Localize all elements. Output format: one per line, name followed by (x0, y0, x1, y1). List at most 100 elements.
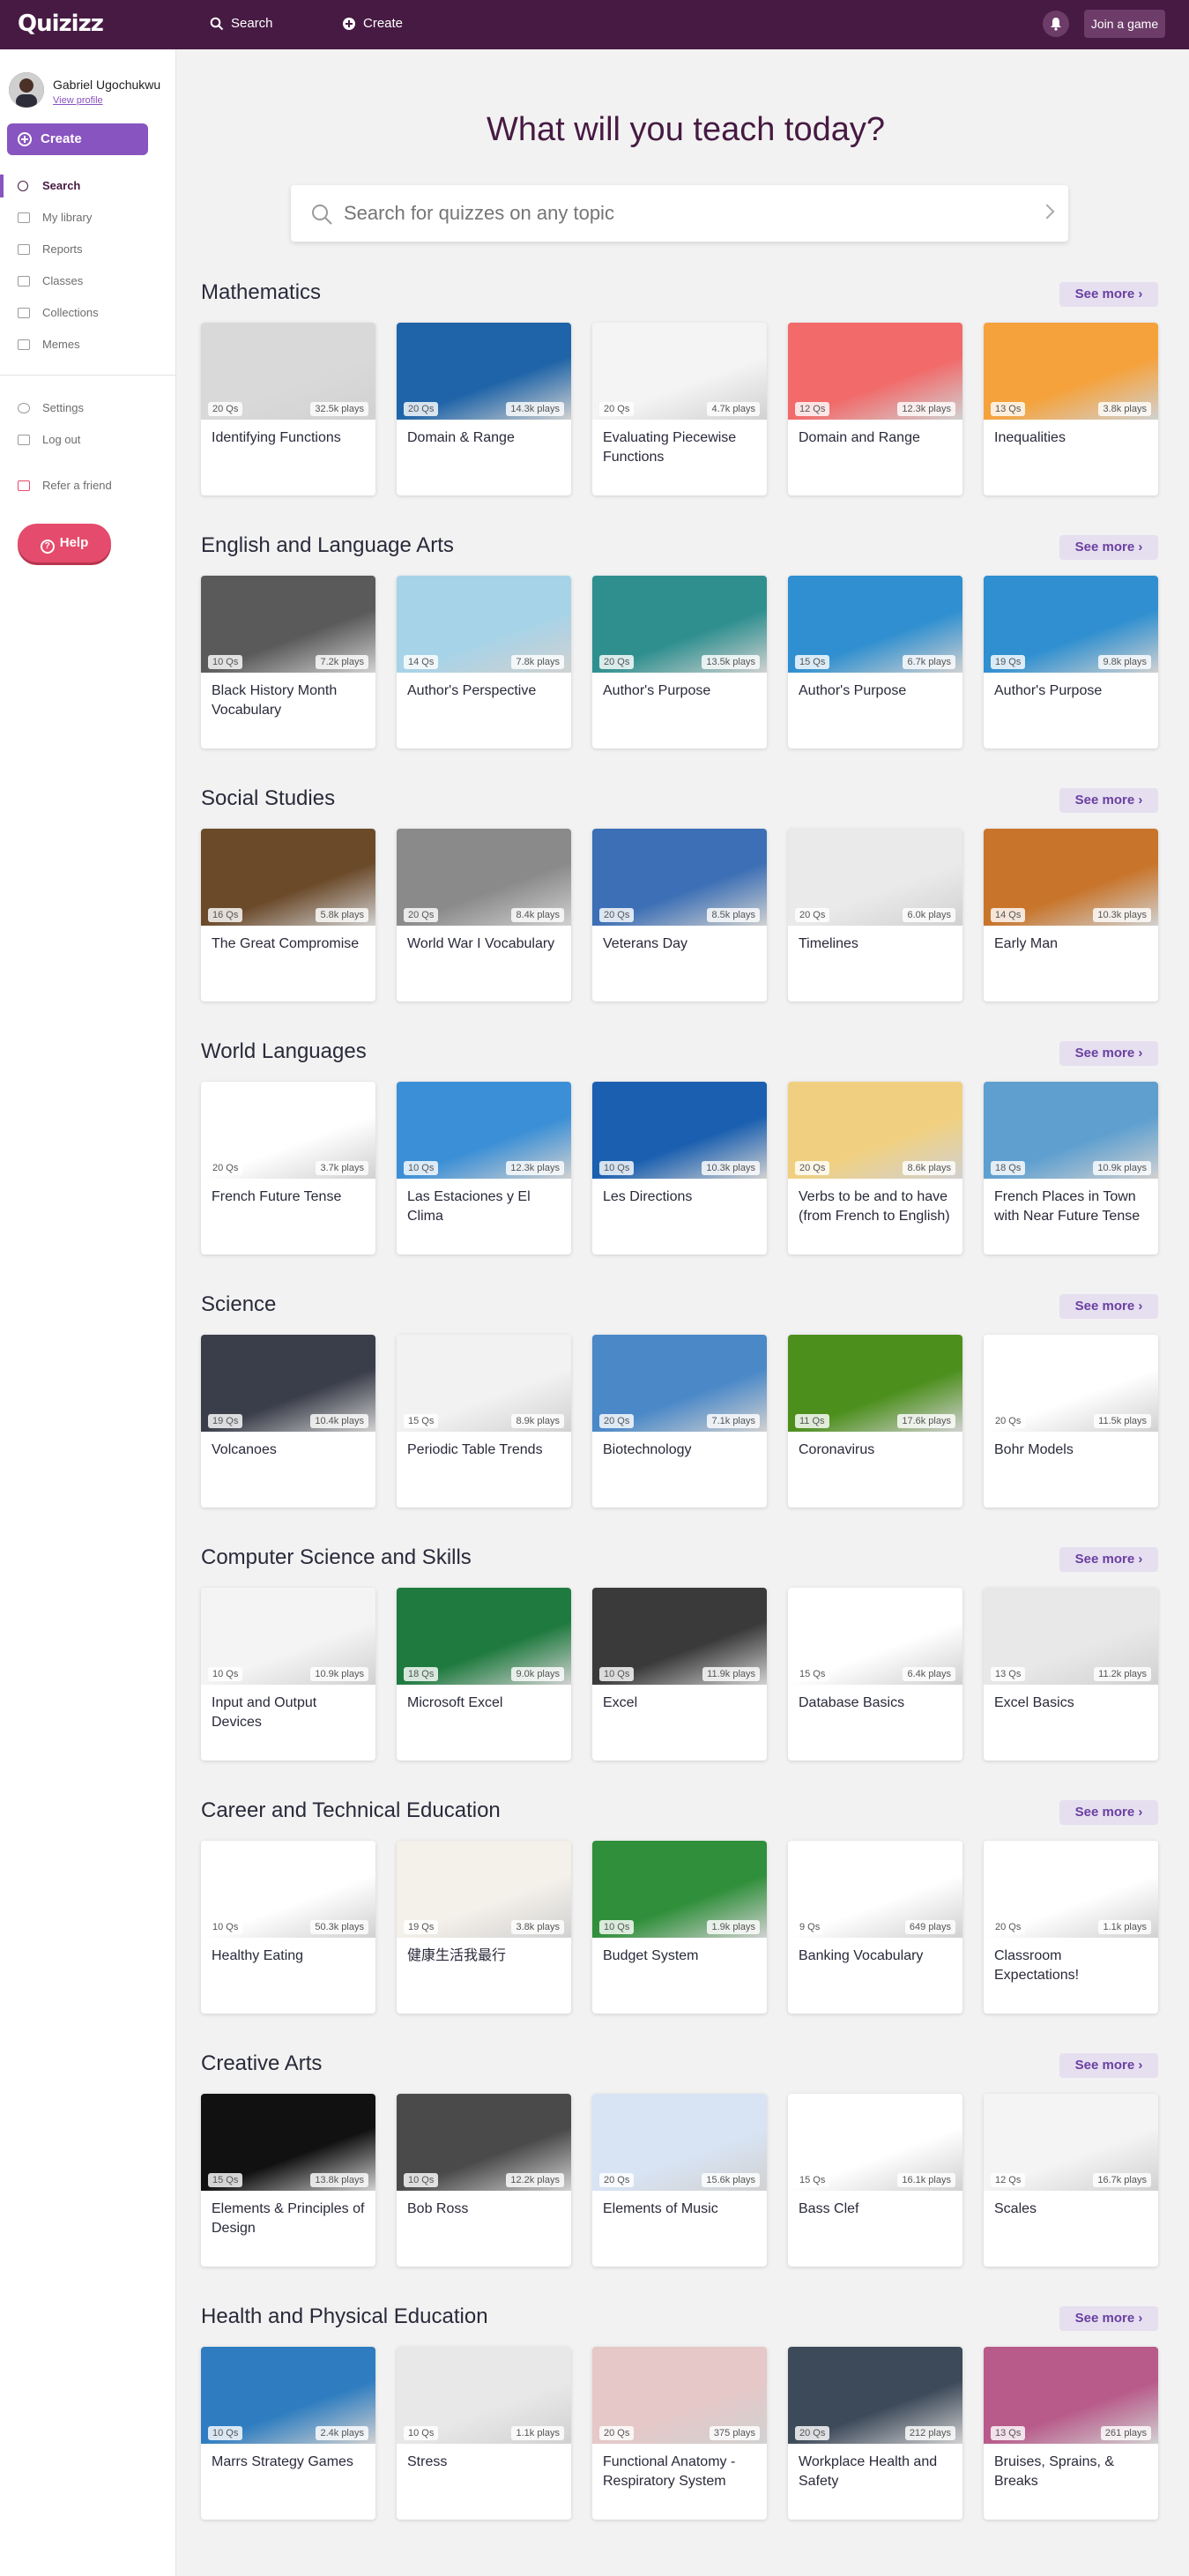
quiz-card[interactable]: 10 Qs 1.9k plays Budget System (592, 1841, 767, 2014)
see-more-button[interactable]: See more › (1059, 1800, 1158, 1825)
quiz-card[interactable]: 15 Qs 6.7k plays Author's Purpose (788, 576, 962, 748)
quiz-search-bar[interactable] (291, 185, 1068, 242)
quiz-card[interactable]: 20 Qs 13.5k plays Author's Purpose (592, 576, 767, 748)
sidebar-item-reports[interactable]: Reports (0, 235, 176, 264)
quiz-card[interactable]: 15 Qs 6.4k plays Database Basics (788, 1588, 962, 1761)
quiz-card[interactable]: 10 Qs 10.9k plays Input and Output Devices (201, 1588, 375, 1761)
quiz-card[interactable]: 12 Qs 16.7k plays Scales (984, 2094, 1158, 2267)
quiz-card[interactable]: 12 Qs 12.3k plays Domain and Range (788, 323, 962, 495)
see-more-button[interactable]: See more › (1059, 2306, 1158, 2331)
play-count-badge: 11.9k plays (702, 1667, 760, 1681)
quiz-card[interactable]: 13 Qs 11.2k plays Excel Basics (984, 1588, 1158, 1761)
question-count-badge: 20 Qs (404, 908, 439, 922)
logout-icon (18, 435, 30, 445)
plus-circle-icon (343, 17, 355, 30)
quiz-card[interactable]: 10 Qs 7.2k plays Black History Month Vocab… (201, 576, 375, 748)
play-count-badge: 4.7k plays (707, 402, 760, 416)
sidebar-item-collections[interactable]: Collections (0, 298, 176, 328)
notification-button[interactable] (1043, 11, 1069, 37)
quiz-card[interactable]: 20 Qs 8.4k plays World War I Vocabulary (397, 829, 571, 1001)
quiz-card[interactable]: 10 Qs 50.3k plays Healthy Eating (201, 1841, 375, 2014)
quiz-card[interactable]: 20 Qs 6.0k plays Timelines (788, 829, 962, 1001)
nav-create[interactable]: Create (342, 16, 403, 31)
see-more-button[interactable]: See more › (1059, 1294, 1158, 1319)
play-count-badge: 15.6k plays (702, 2173, 760, 2187)
play-count-badge: 6.0k plays (903, 908, 955, 922)
question-count-badge: 10 Qs (208, 2426, 243, 2440)
quiz-title: Domain & Range (407, 430, 515, 445)
quiz-card[interactable]: 20 Qs 1.1k plays Classroom Expectations! (984, 1841, 1158, 2014)
quiz-card[interactable]: 20 Qs 7.1k plays Biotechnology (592, 1335, 767, 1508)
quiz-card[interactable]: 10 Qs 12.2k plays Bob Ross (397, 2094, 571, 2267)
quiz-title: Classroom Expectations! (994, 1948, 1080, 1983)
quiz-card[interactable]: 19 Qs 10.4k plays Volcanoes (201, 1335, 375, 1508)
chevron-right-icon[interactable] (1039, 204, 1055, 220)
quiz-card[interactable]: 20 Qs 14.3k plays Domain & Range (397, 323, 571, 495)
quiz-title: Excel (603, 1695, 638, 1710)
quiz-card[interactable]: 20 Qs 4.7k plays Evaluating Piecewise Func… (592, 323, 767, 495)
quiz-card[interactable]: 20 Qs 15.6k plays Elements of Music (592, 2094, 767, 2267)
quiz-card[interactable]: 11 Qs 17.6k plays Coronavirus (788, 1335, 962, 1508)
play-count-badge: 13.5k plays (702, 655, 760, 669)
play-count-badge: 261 plays (1100, 2426, 1151, 2440)
join-game-button[interactable]: Join a game (1084, 10, 1165, 38)
quiz-card[interactable]: 10 Qs 12.3k plays Las Estaciones y El Clim… (397, 1082, 571, 1254)
quiz-card[interactable]: 18 Qs 9.0k plays Microsoft Excel (397, 1588, 571, 1761)
quiz-card[interactable]: 10 Qs 10.3k plays Les Directions (592, 1082, 767, 1254)
quiz-card[interactable]: 16 Qs 5.8k plays The Great Compromise (201, 829, 375, 1001)
section-english-and-language-arts: English and Language Arts See more › 10 Qs… (201, 533, 1158, 754)
sidebar-item-settings[interactable]: Settings (0, 393, 176, 423)
help-question-icon: ? (40, 540, 55, 554)
quiz-card[interactable]: 20 Qs 32.5k plays Identifying Functions (201, 323, 375, 495)
sidebar-item-logout[interactable]: Log out (0, 425, 176, 455)
quizizz-logo[interactable]: Quizizz (18, 11, 104, 37)
see-more-label: See more (1074, 1805, 1135, 1820)
quiz-card[interactable]: 15 Qs 13.8k plays Elements & Principles of… (201, 2094, 375, 2267)
help-button[interactable]: ? Help (18, 524, 111, 562)
nav-search[interactable]: Search (210, 16, 273, 31)
see-more-button[interactable]: See more › (1059, 282, 1158, 307)
quiz-card[interactable]: 10 Qs 11.9k plays Excel (592, 1588, 767, 1761)
question-count-badge: 10 Qs (404, 2426, 439, 2440)
section-computer-science-and-skills: Computer Science and Skills See more › 10 … (201, 1545, 1158, 1766)
sidebar-item-memes[interactable]: Memes (0, 330, 176, 360)
question-count-badge: 20 Qs (599, 655, 635, 669)
sidebar-item-refer[interactable]: Refer a friend (0, 471, 176, 501)
see-more-button[interactable]: See more › (1059, 2053, 1158, 2078)
see-more-button[interactable]: See more › (1059, 788, 1158, 813)
quiz-title: Evaluating Piecewise Functions (603, 430, 737, 465)
quiz-card[interactable]: 14 Qs 10.3k plays Early Man (984, 829, 1158, 1001)
quiz-card[interactable]: 14 Qs 7.8k plays Author's Perspective (397, 576, 571, 748)
quiz-card[interactable]: 10 Qs 1.1k plays Stress (397, 2347, 571, 2520)
play-count-badge: 5.8k plays (316, 908, 368, 922)
see-more-button[interactable]: See more › (1059, 1547, 1158, 1572)
quiz-title: 健康生活我最行 (407, 1948, 507, 1963)
quiz-card[interactable]: 9 Qs 649 plays Banking Vocabulary (788, 1841, 962, 2014)
avatar[interactable] (9, 72, 44, 108)
sidebar-item-search[interactable]: Search (0, 171, 176, 201)
search-input[interactable] (344, 199, 1014, 227)
see-more-button[interactable]: See more › (1059, 1041, 1158, 1066)
quiz-card[interactable]: 20 Qs 375 plays Functional Anatomy - Respi… (592, 2347, 767, 2520)
see-more-button[interactable]: See more › (1059, 535, 1158, 560)
quiz-card[interactable]: 20 Qs 8.6k plays Verbs to be and to have (… (788, 1082, 962, 1254)
quiz-card[interactable]: 19 Qs 3.8k plays 健康生活我最行 (397, 1841, 571, 2014)
quiz-card[interactable]: 20 Qs 11.5k plays Bohr Models (984, 1335, 1158, 1508)
quiz-card[interactable]: 20 Qs 212 plays Workplace Health and Safet… (788, 2347, 962, 2520)
quiz-card[interactable]: 20 Qs 8.5k plays Veterans Day (592, 829, 767, 1001)
sidebar-item-classes[interactable]: Classes (0, 266, 176, 296)
quiz-card[interactable]: 18 Qs 10.9k plays French Places in Town wi… (984, 1082, 1158, 1254)
question-count-badge: 20 Qs (208, 1161, 243, 1175)
create-button[interactable]: Create (7, 123, 148, 155)
sidebar-divider (0, 375, 176, 376)
quiz-card[interactable]: 15 Qs 8.9k plays Periodic Table Trends (397, 1335, 571, 1508)
quiz-card[interactable]: 13 Qs 3.8k plays Inequalities (984, 323, 1158, 495)
quiz-card[interactable]: 20 Qs 3.7k plays French Future Tense (201, 1082, 375, 1254)
play-count-badge: 7.8k plays (511, 655, 564, 669)
quiz-card[interactable]: 19 Qs 9.8k plays Author's Purpose (984, 576, 1158, 748)
quiz-card[interactable]: 15 Qs 16.1k plays Bass Clef (788, 2094, 962, 2267)
quiz-card[interactable]: 10 Qs 2.4k plays Marrs Strategy Games (201, 2347, 375, 2520)
view-profile-link[interactable]: View profile (53, 95, 103, 106)
sidebar-item-my-library[interactable]: My library (0, 203, 176, 233)
quiz-card[interactable]: 13 Qs 261 plays Bruises, Sprains, & Breaks (984, 2347, 1158, 2520)
